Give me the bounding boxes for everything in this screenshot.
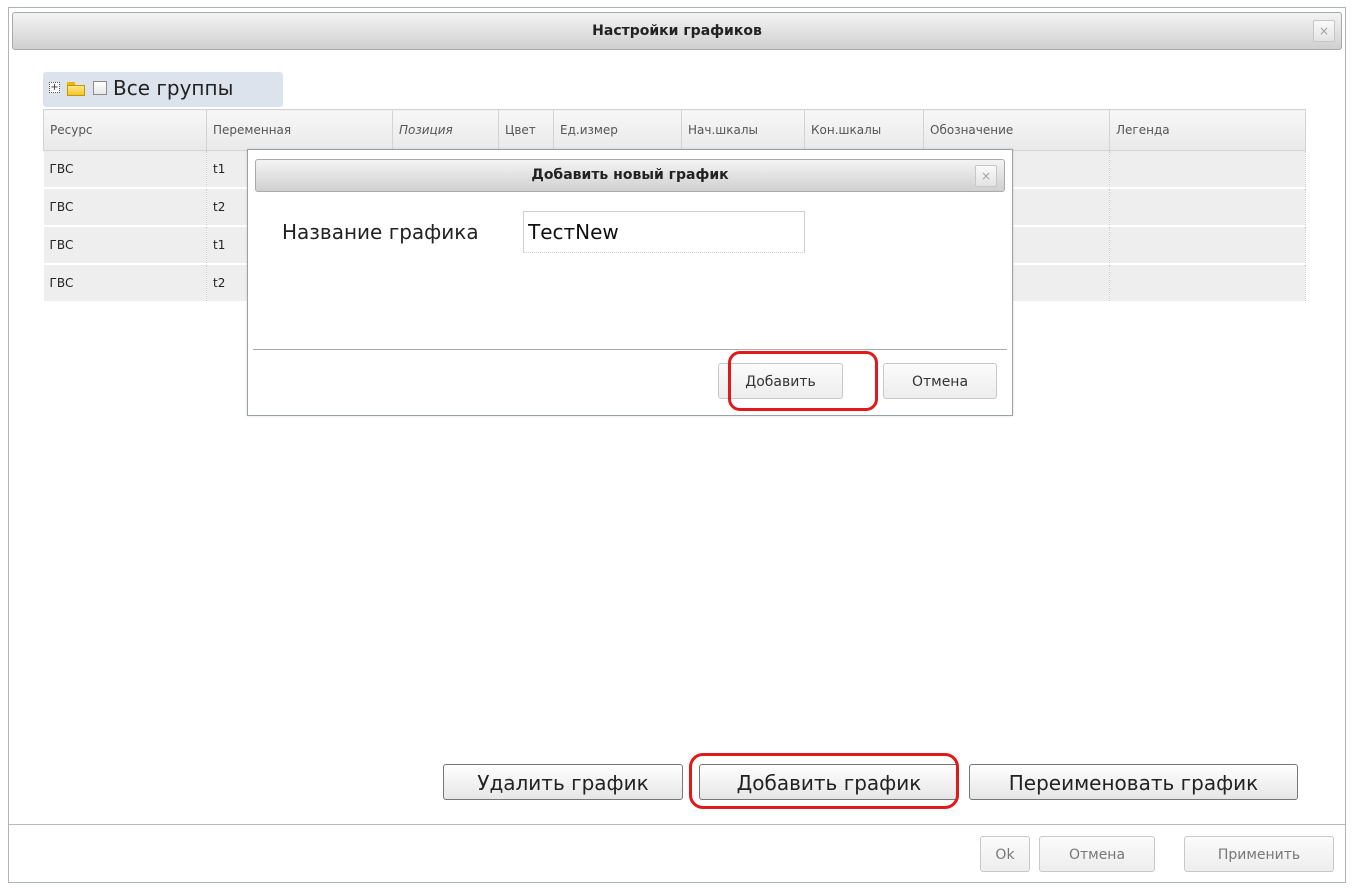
column-header-designation[interactable]: Обозначение: [923, 109, 1110, 151]
dialog-divider: [253, 349, 1007, 350]
chart-settings-window: Настройки графиков × + Все группы Ресурс…: [8, 7, 1346, 883]
chart-name-label: Название графика: [282, 220, 479, 244]
dialog-close-icon[interactable]: ×: [975, 165, 997, 187]
dialog-title: Добавить новый график: [531, 167, 729, 183]
main-close-icon[interactable]: ×: [1313, 20, 1335, 42]
chart-name-input[interactable]: [523, 211, 805, 253]
column-header-resource[interactable]: Ресурс: [43, 109, 207, 151]
cell-resource: ГВС: [43, 226, 207, 265]
main-window-title: Настройки графиков: [592, 23, 762, 39]
dialog-titlebar[interactable]: Добавить новый график ×: [255, 159, 1005, 192]
cell-resource: ГВС: [43, 188, 207, 227]
column-header-scale-start[interactable]: Нач.шкалы: [681, 109, 805, 151]
delete-chart-button[interactable]: Удалить график: [443, 764, 683, 800]
add-chart-dialog: Добавить новый график × Название графика…: [247, 149, 1013, 416]
cancel-button[interactable]: Отмена: [1039, 836, 1155, 872]
tree-node-label: Все группы: [113, 76, 234, 100]
rename-chart-button[interactable]: Переименовать график: [969, 764, 1298, 800]
expand-icon[interactable]: +: [49, 82, 60, 93]
cell-resource: ГВС: [43, 264, 207, 303]
folder-icon: [67, 82, 85, 96]
cell-resource: ГВС: [43, 150, 207, 189]
column-header-unit[interactable]: Ед.измер: [553, 109, 682, 151]
ok-button[interactable]: Ok: [980, 836, 1030, 872]
column-header-variable[interactable]: Переменная: [206, 109, 393, 151]
highlight-dialog-add: [728, 351, 878, 411]
apply-button[interactable]: Применить: [1184, 836, 1334, 872]
tree-node-all-groups[interactable]: + Все группы: [43, 72, 283, 107]
main-titlebar[interactable]: Настройки графиков ×: [12, 12, 1342, 50]
all-groups-checkbox[interactable]: [93, 81, 107, 95]
column-header-legend[interactable]: Легенда: [1109, 109, 1306, 151]
highlight-add-chart: [689, 753, 959, 809]
grid-header-row: Ресурс Переменная Позиция Цвет Ед.измер …: [43, 109, 1306, 151]
footer-divider: [9, 824, 1345, 825]
column-header-scale-end[interactable]: Кон.шкалы: [804, 109, 924, 151]
column-header-position[interactable]: Позиция: [392, 109, 499, 151]
column-header-color[interactable]: Цвет: [498, 109, 554, 151]
dialog-cancel-button[interactable]: Отмена: [883, 363, 997, 399]
